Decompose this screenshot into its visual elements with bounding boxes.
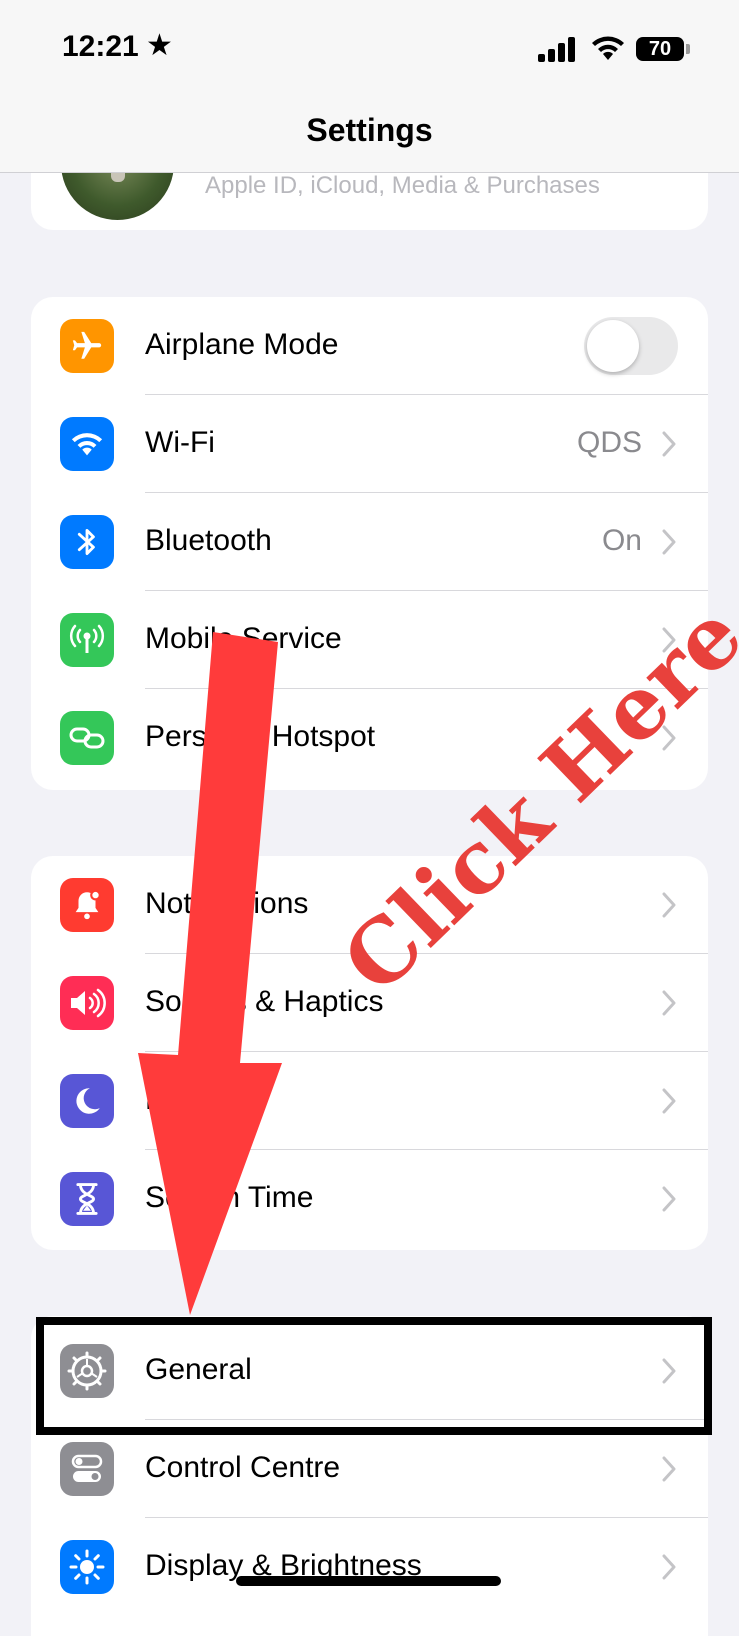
nav-bar: Settings	[0, 100, 739, 173]
settings-row-general[interactable]: General	[31, 1322, 708, 1420]
status-time: 12:21	[62, 30, 139, 63]
chevron-right-icon	[662, 1554, 676, 1580]
bluetooth-icon	[60, 515, 114, 569]
battery-icon: 70	[636, 37, 684, 61]
toggles-icon	[60, 1442, 114, 1496]
chevron-right-icon	[662, 1186, 676, 1212]
settings-row-airplane-mode[interactable]: Airplane Mode	[31, 297, 708, 395]
settings-row-bluetooth[interactable]: Bluetooth On	[31, 493, 708, 591]
settings-row-focus[interactable]: Focus	[31, 1052, 708, 1150]
hotspot-link-icon	[60, 711, 114, 765]
row-label: Sounds & Haptics	[145, 985, 384, 1018]
chevron-right-icon	[662, 990, 676, 1016]
airplane-icon	[60, 319, 114, 373]
sun-icon	[60, 1540, 114, 1594]
wifi-icon	[592, 36, 624, 60]
chevron-right-icon	[662, 431, 676, 457]
row-label: Notifications	[145, 887, 309, 920]
settings-row-display-brightness[interactable]: Display & Brightness	[31, 1518, 708, 1616]
chevron-right-icon	[662, 1088, 676, 1114]
settings-row-control-centre[interactable]: Control Centre	[31, 1420, 708, 1518]
moon-icon	[60, 1074, 114, 1128]
chevron-right-icon	[662, 1358, 676, 1384]
chevron-right-icon	[662, 1456, 676, 1482]
antenna-icon	[60, 613, 114, 667]
row-label: Wi-Fi	[145, 426, 215, 459]
apple-id-subtitle: Apple ID, iCloud, Media & Purchases	[205, 172, 600, 199]
bell-icon	[60, 878, 114, 932]
speaker-icon	[60, 976, 114, 1030]
general-group: General Control Centre Display & Brightn…	[31, 1316, 708, 1636]
star-icon: ★	[146, 29, 173, 62]
battery-cap	[686, 44, 690, 54]
chevron-right-icon	[662, 529, 676, 555]
row-label: Bluetooth	[145, 524, 272, 557]
row-label: Focus	[145, 1083, 227, 1116]
row-label: Mobile Service	[145, 622, 342, 655]
chevron-right-icon	[662, 892, 676, 918]
battery-level: 70	[648, 38, 672, 60]
row-label: Airplane Mode	[145, 328, 339, 361]
row-label: Personal Hotspot	[145, 720, 376, 753]
row-value: On	[601, 524, 642, 557]
row-label: General	[145, 1353, 252, 1386]
wifi-icon	[60, 417, 114, 471]
gear-icon	[60, 1344, 114, 1398]
page-title: Settings	[306, 112, 433, 148]
home-indicator	[236, 1576, 501, 1586]
row-label: Control Centre	[145, 1451, 341, 1484]
row-value: QDS	[576, 426, 642, 459]
toggle-knob	[587, 320, 639, 372]
row-label: Screen Time	[145, 1181, 314, 1214]
cellular-signal-icon	[538, 36, 578, 62]
settings-row-wifi[interactable]: Wi-Fi QDS	[31, 395, 708, 493]
airplane-mode-toggle[interactable]	[584, 317, 678, 375]
status-bar: 12:21 ★ 70	[0, 0, 739, 100]
settings-row-screen-time[interactable]: Screen Time	[31, 1150, 708, 1248]
hourglass-icon	[60, 1172, 114, 1226]
